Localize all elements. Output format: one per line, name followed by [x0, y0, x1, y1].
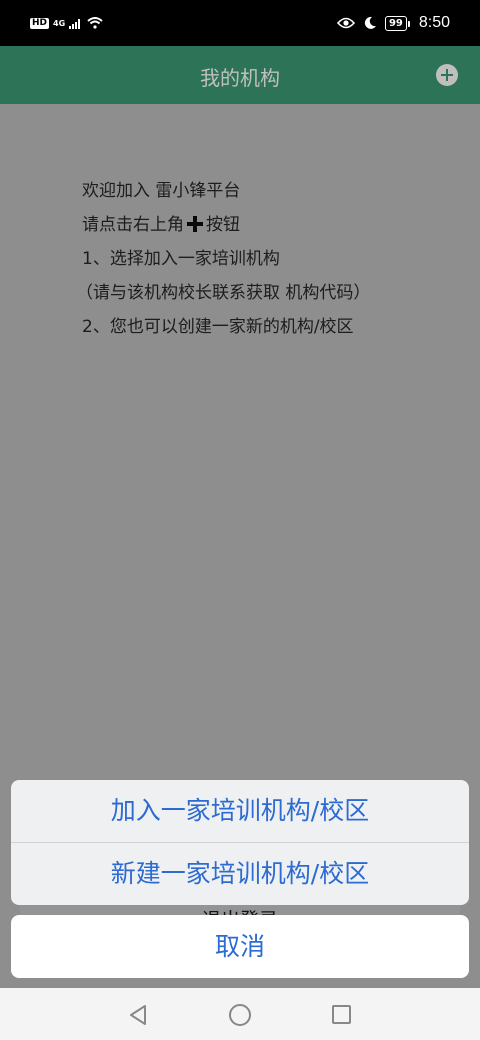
moon-icon: [364, 16, 376, 29]
action-sheet: 加入一家培训机构/校区 新建一家培训机构/校区: [11, 780, 469, 905]
recent-apps-icon[interactable]: [332, 1005, 351, 1024]
navigation-bar: [0, 988, 480, 1040]
create-institution-option[interactable]: 新建一家培训机构/校区: [11, 843, 469, 905]
back-icon[interactable]: [128, 1004, 148, 1026]
hd-badge: HD: [30, 17, 50, 29]
clock: 8:50: [418, 14, 450, 31]
status-right: 99 8:50: [336, 14, 450, 32]
join-institution-option[interactable]: 加入一家培训机构/校区: [11, 780, 469, 842]
battery-indicator: 99: [384, 15, 410, 31]
eye-icon: [336, 17, 355, 29]
status-bar: HD 4G 99 8:50: [0, 0, 480, 46]
header-dim-overlay: [0, 46, 480, 104]
network-type: 4G: [53, 18, 66, 28]
signal-icon: [69, 18, 81, 29]
home-icon[interactable]: [229, 1004, 251, 1026]
cancel-button[interactable]: 取消: [11, 915, 469, 978]
status-left: HD 4G: [30, 17, 103, 29]
wifi-icon: [87, 17, 103, 29]
